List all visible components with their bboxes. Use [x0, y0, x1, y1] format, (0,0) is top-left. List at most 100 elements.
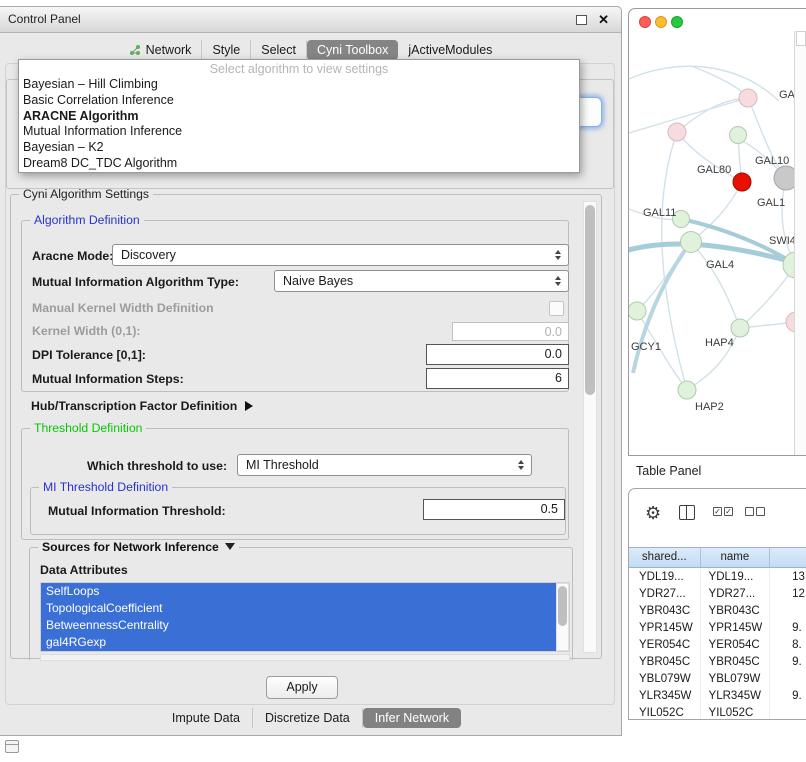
- empty-box-icon: [756, 507, 765, 516]
- tab-jactivemodules[interactable]: jActiveModules: [398, 40, 502, 60]
- settings-scrollbar[interactable]: [583, 201, 597, 653]
- tab-select[interactable]: Select: [251, 40, 307, 60]
- network-node-gal4[interactable]: [681, 232, 702, 253]
- node-label: GAL80: [697, 164, 731, 176]
- columns-icon[interactable]: [679, 505, 695, 520]
- list-item[interactable]: BetweennessCentrality: [41, 617, 556, 634]
- algorithm-option[interactable]: Basic Correlation Inference: [19, 93, 579, 109]
- node-label: GAL1: [757, 197, 785, 209]
- mac-minimize-button[interactable]: [655, 16, 667, 28]
- tab-cyni-toolbox[interactable]: Cyni Toolbox: [307, 40, 398, 60]
- deselect-all-icon[interactable]: [745, 507, 765, 516]
- network-canvas[interactable]: [629, 9, 806, 456]
- control-panel-title: Control Panel: [0, 12, 81, 26]
- sources-toggle[interactable]: Sources for Network Inference: [38, 540, 239, 554]
- mi-algorithm-type-combobox[interactable]: Naive Bayes: [274, 270, 569, 292]
- gear-icon[interactable]: ⚙: [645, 503, 661, 523]
- data-attributes-label: Data Attributes: [40, 560, 128, 580]
- which-threshold-combobox[interactable]: MI Threshold: [237, 454, 532, 476]
- algorithm-option[interactable]: Bayesian – K2: [19, 140, 579, 156]
- list-item[interactable]: gal4RGexp: [41, 634, 556, 651]
- aracne-mode-label: Aracne Mode:: [32, 246, 113, 266]
- control-panel-tabs: Network Style Select Cyni Toolbox jActiv…: [0, 40, 621, 60]
- network-node[interactable]: [739, 89, 757, 107]
- settings-scrollbar-thumb[interactable]: [585, 205, 595, 395]
- column-header-name[interactable]: name: [701, 548, 771, 567]
- cell: YPR145W: [629, 620, 701, 637]
- close-icon[interactable]: ✕: [598, 7, 609, 32]
- algorithm-definition-group: Algorithm Definition Aracne Mode: Discov…: [21, 220, 569, 392]
- list-item[interactable]: SelfLoops: [41, 583, 556, 600]
- network-node-selected[interactable]: [733, 173, 751, 191]
- tab-style[interactable]: Style: [202, 40, 251, 60]
- cyni-algorithm-settings-group: Cyni Algorithm Settings Algorithm Defini…: [10, 194, 602, 659]
- table-row[interactable]: YBL079WYBL079W: [629, 671, 806, 688]
- algorithm-option[interactable]: Bayesian – Hill Climbing: [19, 77, 579, 93]
- cell: YDL19...: [629, 569, 701, 586]
- cell: YDR27...: [629, 586, 701, 603]
- table-row[interactable]: YDR27...YDR27...12: [629, 586, 806, 603]
- cell: YBR045C: [629, 654, 701, 671]
- manual-kernel-width-checkbox[interactable]: [549, 301, 564, 316]
- cell: YBR043C: [701, 603, 771, 620]
- mi-steps-field[interactable]: 6: [426, 368, 569, 389]
- table-row[interactable]: YBR045CYBR045C9.: [629, 654, 806, 671]
- manual-kernel-width-label: Manual Kernel Width Definition: [32, 298, 214, 318]
- table-row[interactable]: YDL19...YDL19...13: [629, 569, 806, 586]
- list-item[interactable]: TopologicalCoefficient: [41, 600, 556, 617]
- algorithm-option[interactable]: Dream8 DC_TDC Algorithm: [19, 156, 579, 172]
- node-label: GAL11: [643, 207, 676, 219]
- dpi-tolerance-field[interactable]: 0.0: [426, 344, 569, 365]
- table-row[interactable]: YLR345WYLR345W9.: [629, 688, 806, 705]
- cell: [770, 603, 806, 620]
- select-all-icon[interactable]: ✓ ✓: [713, 507, 733, 516]
- sources-group: Sources for Network Inference Data Attri…: [29, 547, 573, 660]
- cell: 9.: [770, 620, 806, 637]
- hub-definition-toggle[interactable]: Hub/Transcription Factor Definition: [31, 396, 253, 414]
- network-node[interactable]: [731, 319, 749, 337]
- dpi-tolerance-label: DPI Tolerance [0,1]:: [32, 345, 146, 365]
- network-scroll-button[interactable]: [796, 31, 806, 46]
- mac-zoom-button[interactable]: [671, 16, 683, 28]
- list-scrollbar-thumb[interactable]: [558, 586, 567, 626]
- hub-definition-label: Hub/Transcription Factor Definition: [31, 399, 237, 413]
- network-node[interactable]: [730, 127, 747, 144]
- cell: [770, 705, 806, 720]
- combo-stepper-icon: [550, 250, 565, 260]
- column-header-extra[interactable]: [770, 548, 806, 567]
- minimized-panel-icon[interactable]: [5, 740, 19, 753]
- threshold-definition-title: Threshold Definition: [30, 421, 146, 435]
- tab-discretize-data[interactable]: Discretize Data: [253, 708, 363, 728]
- tab-jactivemodules-label: jActiveModules: [408, 43, 492, 57]
- network-node[interactable]: [678, 381, 696, 399]
- tab-infer-network[interactable]: Infer Network: [363, 708, 461, 728]
- cell: YDR27...: [701, 586, 771, 603]
- table-row[interactable]: YER054CYER054C8.: [629, 637, 806, 654]
- node-label: HAP4: [705, 337, 734, 349]
- table-panel-window: ⚙ ✓ ✓ shared... name YDL19...YDL19...13 …: [628, 488, 806, 720]
- tab-cyni-toolbox-label: Cyni Toolbox: [317, 43, 388, 57]
- aracne-mode-combobox[interactable]: Discovery: [112, 244, 569, 266]
- apply-button[interactable]: Apply: [266, 676, 338, 699]
- list-scrollbar[interactable]: [556, 583, 569, 651]
- mac-close-button[interactable]: [639, 16, 651, 28]
- combo-stepper-icon: [513, 460, 528, 470]
- algorithm-option[interactable]: Mutual Information Inference: [19, 124, 579, 140]
- node-label: GAL4: [706, 259, 734, 271]
- network-view-window: GAL8 GAL80 GAL10 GAL11 GAL1 SWI4 GAL4 GC…: [628, 8, 806, 456]
- table-row[interactable]: YIL052CYIL052C: [629, 705, 806, 720]
- mi-threshold-field[interactable]: 0.5: [423, 499, 565, 520]
- column-header-shared[interactable]: shared...: [629, 548, 701, 567]
- table-row[interactable]: YPR145WYPR145W9.: [629, 620, 806, 637]
- table-row[interactable]: YBR043CYBR043C: [629, 603, 806, 620]
- list-horizontal-scrollbar[interactable]: [40, 654, 570, 661]
- float-window-icon[interactable]: [576, 15, 587, 25]
- tab-impute-data[interactable]: Impute Data: [160, 708, 253, 728]
- network-node[interactable]: [629, 302, 646, 320]
- kernel-width-field[interactable]: 0.0: [452, 322, 569, 341]
- network-node[interactable]: [668, 123, 686, 141]
- tab-network[interactable]: Network: [119, 40, 203, 60]
- network-scrollbar[interactable]: [794, 31, 806, 455]
- algorithm-option-selected[interactable]: ARACNE Algorithm: [19, 109, 579, 125]
- checked-box-icon: ✓: [724, 507, 733, 516]
